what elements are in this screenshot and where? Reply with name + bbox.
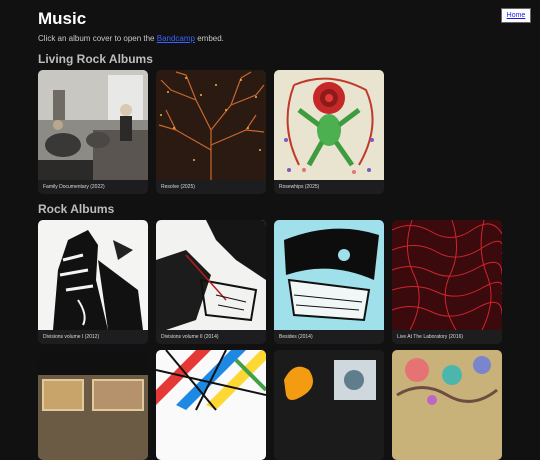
album-card[interactable]: Live At The Laboratory (2016) [392, 220, 502, 344]
section-title-rock: Rock Albums [38, 202, 115, 216]
album-cover-image[interactable] [156, 220, 266, 330]
album-cover-image[interactable] [274, 220, 384, 330]
album-card[interactable]: Resolve (2025) [156, 70, 266, 194]
album-cover-image[interactable] [38, 220, 148, 330]
album-card[interactable]: Divisions volume I (2012) [38, 220, 148, 344]
album-caption: Besides (2014) [279, 334, 313, 340]
album-card[interactable]: Besides (2014) [274, 220, 384, 344]
intro-suffix: embed. [194, 34, 224, 43]
bandcamp-link[interactable]: Bandcamp [157, 34, 195, 43]
album-card[interactable] [392, 350, 502, 460]
album-caption: Divisions volume I (2012) [43, 334, 100, 340]
album-cover-image[interactable] [392, 220, 502, 330]
album-cover-image[interactable] [156, 350, 266, 460]
album-cover-image[interactable] [274, 70, 384, 180]
album-card[interactable]: Rosewhips (2025) [274, 70, 384, 194]
section-title-living-rock: Living Rock Albums [38, 52, 153, 66]
album-caption: Divisions volume II (2014) [161, 334, 219, 340]
album-cover-image[interactable] [38, 70, 148, 180]
album-caption: Family Documentary (2022) [43, 184, 105, 190]
album-card[interactable]: Divisions volume II (2014) [156, 220, 266, 344]
album-caption: Rosewhips (2025) [279, 184, 320, 190]
album-card[interactable] [274, 350, 384, 460]
album-cover-image[interactable] [392, 350, 502, 460]
album-caption: Resolve (2025) [161, 184, 195, 190]
intro-prefix: Click an album cover to open the [38, 34, 157, 43]
album-card[interactable] [156, 350, 266, 460]
album-cover-image[interactable] [156, 70, 266, 180]
home-button[interactable]: Home [501, 8, 531, 23]
album-card[interactable]: Family Documentary (2022) [38, 70, 148, 194]
page-title: Music [38, 9, 87, 28]
album-card[interactable] [38, 350, 148, 460]
album-caption: Live At The Laboratory (2016) [397, 334, 464, 340]
album-cover-image[interactable] [274, 350, 384, 460]
intro-text: Click an album cover to open the Bandcam… [38, 34, 224, 43]
album-cover-image[interactable] [38, 350, 148, 460]
